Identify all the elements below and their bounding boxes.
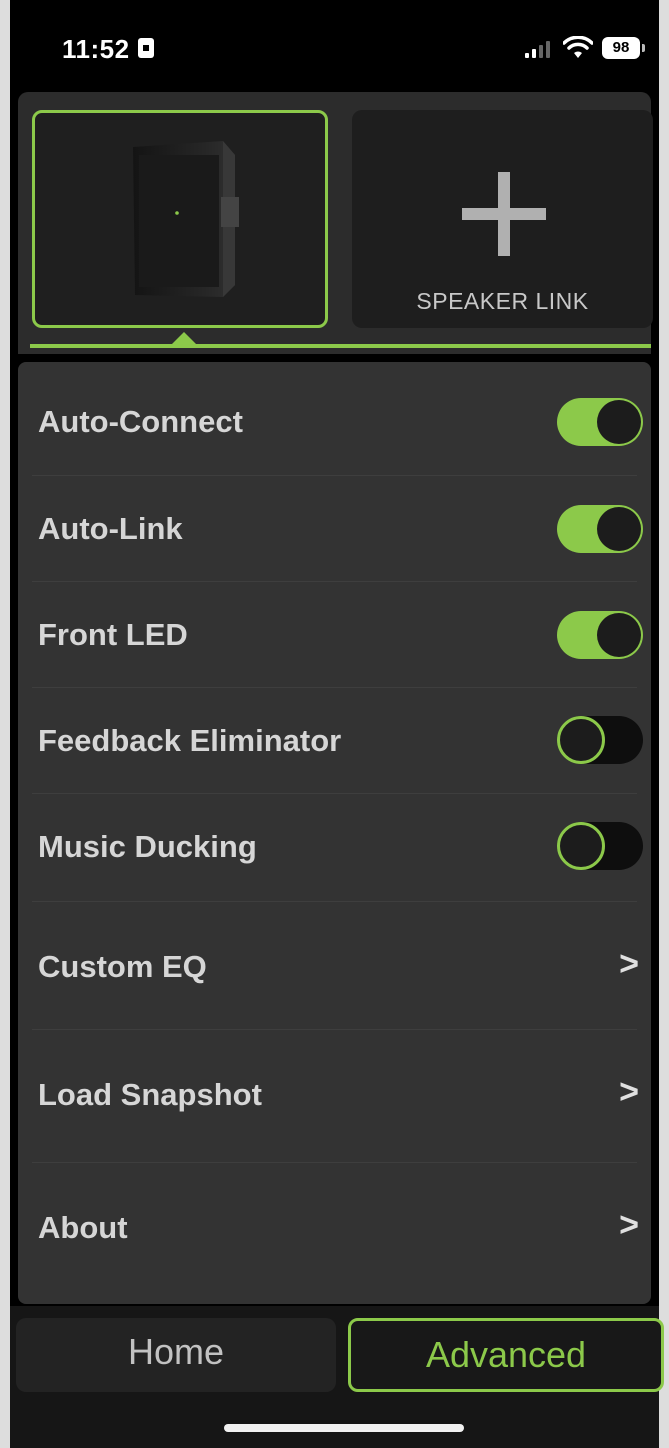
toggle-label: Feedback Eliminator (38, 723, 342, 758)
add-speaker-link-button[interactable]: SPEAKER LINK (352, 110, 653, 328)
battery-icon: 98 (602, 37, 645, 59)
menu-item-load-snapshot[interactable]: Load Snapshot > (18, 1029, 651, 1162)
chevron-right-icon: > (619, 1206, 639, 1244)
home-indicator[interactable] (224, 1424, 464, 1432)
cellular-signal-icon (525, 40, 553, 58)
toggle-knob (597, 507, 641, 551)
speaker-panel: SPEAKER LINK (18, 92, 653, 354)
settings-panel: Auto-Connect Auto-Link Front LED Feedbac… (18, 362, 651, 1304)
orientation-lock-icon (138, 38, 154, 58)
toggle-label: Front LED (38, 617, 188, 652)
speaker-tile-selected[interactable] (32, 110, 328, 328)
chevron-right-icon: > (619, 1073, 639, 1111)
toggle-knob (597, 400, 641, 444)
chevron-right-icon: > (619, 945, 639, 983)
selected-speaker-underline (30, 344, 651, 348)
status-time: 11:52 (62, 34, 130, 64)
menu-item-label: Load Snapshot (38, 1077, 262, 1112)
wifi-icon (563, 36, 593, 58)
feedback-eliminator-toggle[interactable] (557, 716, 643, 764)
toggle-knob (597, 613, 641, 657)
auto-link-toggle[interactable] (557, 505, 643, 553)
toggle-row-auto-connect: Auto-Connect (18, 362, 651, 469)
status-bar: 11:52 98 (10, 0, 659, 90)
menu-item-custom-eq[interactable]: Custom EQ > (18, 901, 651, 1029)
toggle-row-feedback-eliminator: Feedback Eliminator (18, 687, 651, 793)
menu-item-about[interactable]: About > (18, 1162, 651, 1304)
toggle-row-music-ducking: Music Ducking (18, 793, 651, 901)
auto-connect-toggle[interactable] (557, 398, 643, 446)
plus-icon (462, 172, 546, 256)
front-led-toggle[interactable] (557, 611, 643, 659)
menu-item-label: Custom EQ (38, 949, 207, 984)
toggle-row-auto-link: Auto-Link (18, 475, 651, 582)
tab-home[interactable]: Home (16, 1318, 336, 1392)
selected-speaker-indicator (170, 332, 198, 346)
bottom-tab-bar: Home Advanced (10, 1306, 664, 1448)
toggle-label: Auto-Link (38, 511, 183, 546)
toggle-row-front-led: Front LED (18, 581, 651, 687)
speaker-icon (133, 141, 239, 297)
music-ducking-toggle[interactable] (557, 822, 643, 870)
menu-item-label: About (38, 1210, 128, 1245)
toggle-label: Music Ducking (38, 829, 257, 864)
toggle-knob (557, 716, 605, 764)
toggle-knob (557, 822, 605, 870)
speaker-link-label: SPEAKER LINK (416, 288, 589, 314)
toggle-label: Auto-Connect (38, 404, 243, 439)
tab-advanced[interactable]: Advanced (348, 1318, 664, 1392)
